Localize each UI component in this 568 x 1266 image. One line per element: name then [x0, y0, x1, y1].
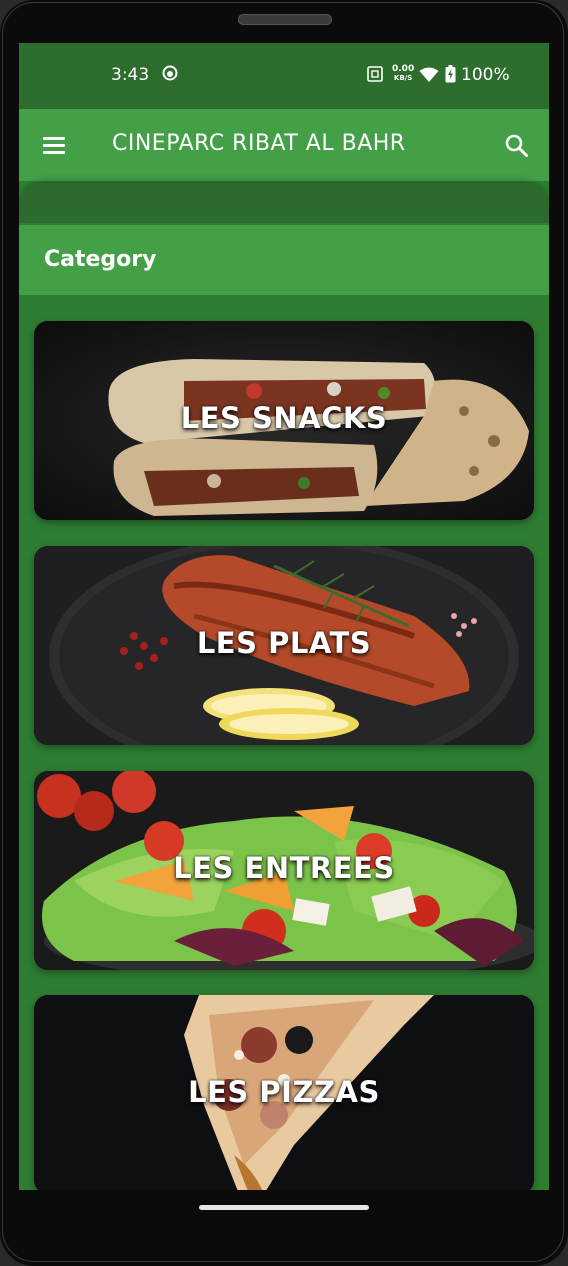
category-tile-plats[interactable]: LES PLATS: [34, 546, 534, 745]
earpiece-speaker: [238, 14, 332, 25]
category-label: LES ENTREES: [173, 851, 395, 885]
category-header: Category: [19, 225, 549, 295]
network-speed: 0.00 KB/S: [392, 65, 414, 83]
status-time: 3:43: [111, 65, 150, 85]
network-speed-value: 0.00: [392, 64, 415, 74]
app-title: CINEPARC RIBAT AL BAHR: [112, 131, 406, 156]
home-indicator[interactable]: [199, 1205, 369, 1210]
battery-charging-icon: [445, 65, 456, 83]
network-speed-unit: KB/S: [393, 74, 413, 82]
category-title: Category: [44, 247, 157, 272]
nfc-icon: [367, 66, 383, 82]
search-icon[interactable]: [503, 132, 531, 160]
status-bar: 3:43 0.00 KB/S 100%: [19, 43, 549, 109]
category-tile-snacks[interactable]: LES SNACKS: [34, 321, 534, 520]
wifi-icon: [419, 67, 439, 82]
app-notification-icon: [162, 65, 178, 81]
category-label: LES SNACKS: [180, 401, 388, 435]
hamburger-menu-icon[interactable]: [39, 133, 69, 157]
battery-percent: 100%: [461, 65, 510, 85]
app-screen: 3:43 0.00 KB/S 100% CINEPARC RIBAT AL BA…: [19, 43, 549, 1190]
category-label: LES PLATS: [196, 626, 372, 660]
content-panel-header: [19, 183, 549, 223]
app-bar: CINEPARC RIBAT AL BAHR: [19, 109, 549, 181]
system-navigation-bar: [0, 1190, 568, 1230]
category-tile-entrees[interactable]: LES ENTREES: [34, 771, 534, 970]
category-tile-pizzas[interactable]: LES PIZZAS: [34, 995, 534, 1190]
category-label: LES PIZZAS: [188, 1075, 380, 1109]
